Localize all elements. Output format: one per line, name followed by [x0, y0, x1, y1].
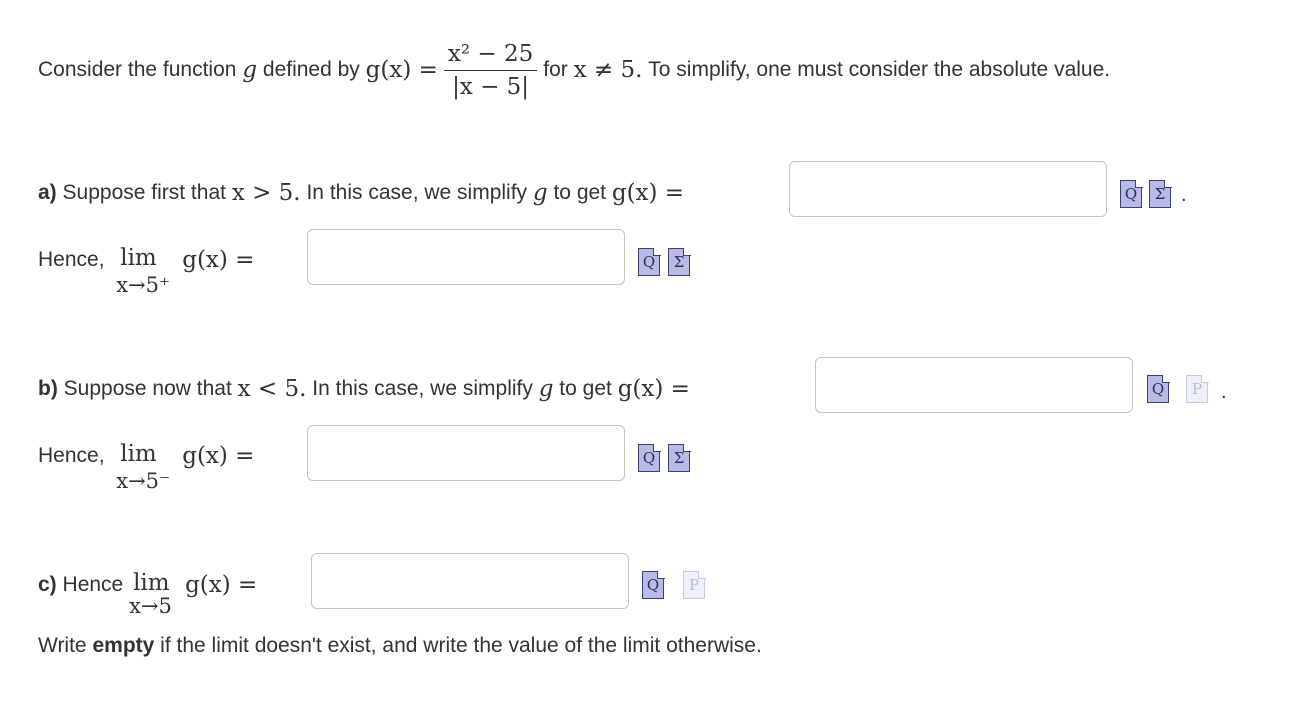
equation-editor-icon[interactable]: Σ	[668, 443, 691, 472]
intro-suffix: To simplify, one must consider the absol…	[648, 58, 1111, 81]
part-b-limit-input[interactable]	[307, 425, 625, 481]
part-b-text1: Suppose now that	[63, 377, 232, 400]
part-a-period: .	[1181, 184, 1187, 206]
part-c-line: c) Hence lim x→5 g(x) =	[38, 568, 258, 618]
part-b-limit-line: Hence, lim x→5⁻ g(x) =	[38, 439, 255, 493]
equation-editor-icon[interactable]: Σ	[668, 247, 691, 276]
intro-condition: x ≠ 5.	[573, 57, 643, 83]
part-a-limit-line: Hence, lim x→5⁺ g(x) =	[38, 243, 255, 297]
part-b-line: b) Suppose now that x < 5. In this case,…	[38, 372, 690, 406]
part-b-text2: In this case, we simplify	[312, 377, 533, 400]
part-b-condition: x < 5.	[237, 376, 307, 402]
preview-icon[interactable]: Q	[638, 443, 661, 472]
intro-lhs: g(x) =	[365, 57, 438, 83]
part-a-answer-input[interactable]	[789, 161, 1107, 217]
preview-icon[interactable]: Q	[638, 247, 661, 276]
part-a-text3: to get	[553, 181, 607, 204]
note-post: if the limit doesn't exist, and write th…	[160, 634, 762, 657]
part-a-text1: Suppose first that	[62, 181, 226, 204]
part-b-rhs: g(x) =	[617, 376, 690, 402]
part-a-lim-sub: x→5⁺	[116, 273, 171, 297]
part-c-answer-input[interactable]	[311, 553, 629, 609]
part-c-limit-expr: lim x→5	[129, 570, 185, 618]
part-a-lim-func: g(x) =	[182, 247, 255, 273]
part-b-text3: to get	[559, 377, 612, 400]
part-a-limit-input[interactable]	[307, 229, 625, 285]
part-b-answer-input[interactable]	[815, 357, 1133, 413]
part-a-label: a)	[38, 181, 57, 204]
intro-defined-by: defined by	[262, 58, 360, 81]
part-b-g: g	[538, 376, 554, 402]
part-b-lim-func: g(x) =	[182, 443, 255, 469]
part-c-lim-func: g(x) =	[185, 572, 258, 598]
note-pre: Write	[38, 634, 87, 657]
part-b-period: .	[1221, 381, 1227, 403]
preview-icon[interactable]: Q	[642, 570, 665, 599]
intro-numerator: x² − 25	[443, 41, 538, 71]
part-a-g: g	[532, 180, 548, 206]
part-c-lim: lim	[133, 570, 170, 596]
part-b-limit-expr: lim x→5⁻	[116, 441, 182, 493]
part-a-rhs: g(x) =	[611, 180, 685, 206]
preview-icon[interactable]: Q	[1147, 374, 1170, 403]
part-a-text2: In this case, we simplify	[306, 181, 528, 204]
part-c-text1: Hence	[62, 573, 124, 596]
part-a-line: a) Suppose first that x > 5. In this cas…	[38, 176, 684, 210]
equation-editor-icon[interactable]: Σ	[1149, 179, 1172, 208]
intro-denominator: |x − 5|	[452, 73, 530, 100]
part-b-lim: lim	[120, 441, 157, 467]
part-b-hence: Hence,	[38, 444, 105, 467]
part-a-limit-expr: lim x→5⁺	[116, 245, 182, 297]
part-b-lim-sub: x→5⁻	[116, 469, 171, 493]
intro-prefix: Consider the function	[38, 58, 237, 81]
p-icon: P	[683, 570, 706, 599]
part-c-lim-sub: x→5	[129, 594, 172, 618]
intro-g: g	[242, 57, 258, 83]
part-a-lim: lim	[120, 245, 157, 271]
note-bold: empty	[92, 634, 155, 657]
intro-fraction: x² − 25 |x − 5|	[443, 41, 538, 100]
preview-icon[interactable]: Q	[1120, 179, 1143, 208]
intro-for: for	[543, 58, 568, 81]
p-icon: P	[1186, 374, 1209, 403]
part-a-condition: x > 5.	[231, 180, 301, 206]
intro-line: Consider the function g defined by g(x) …	[38, 26, 1110, 114]
part-c-label: c)	[38, 573, 57, 596]
part-a-hence: Hence,	[38, 248, 105, 271]
part-c-note: Write empty if the limit doesn't exist, …	[38, 632, 762, 660]
part-b-label: b)	[38, 377, 58, 400]
